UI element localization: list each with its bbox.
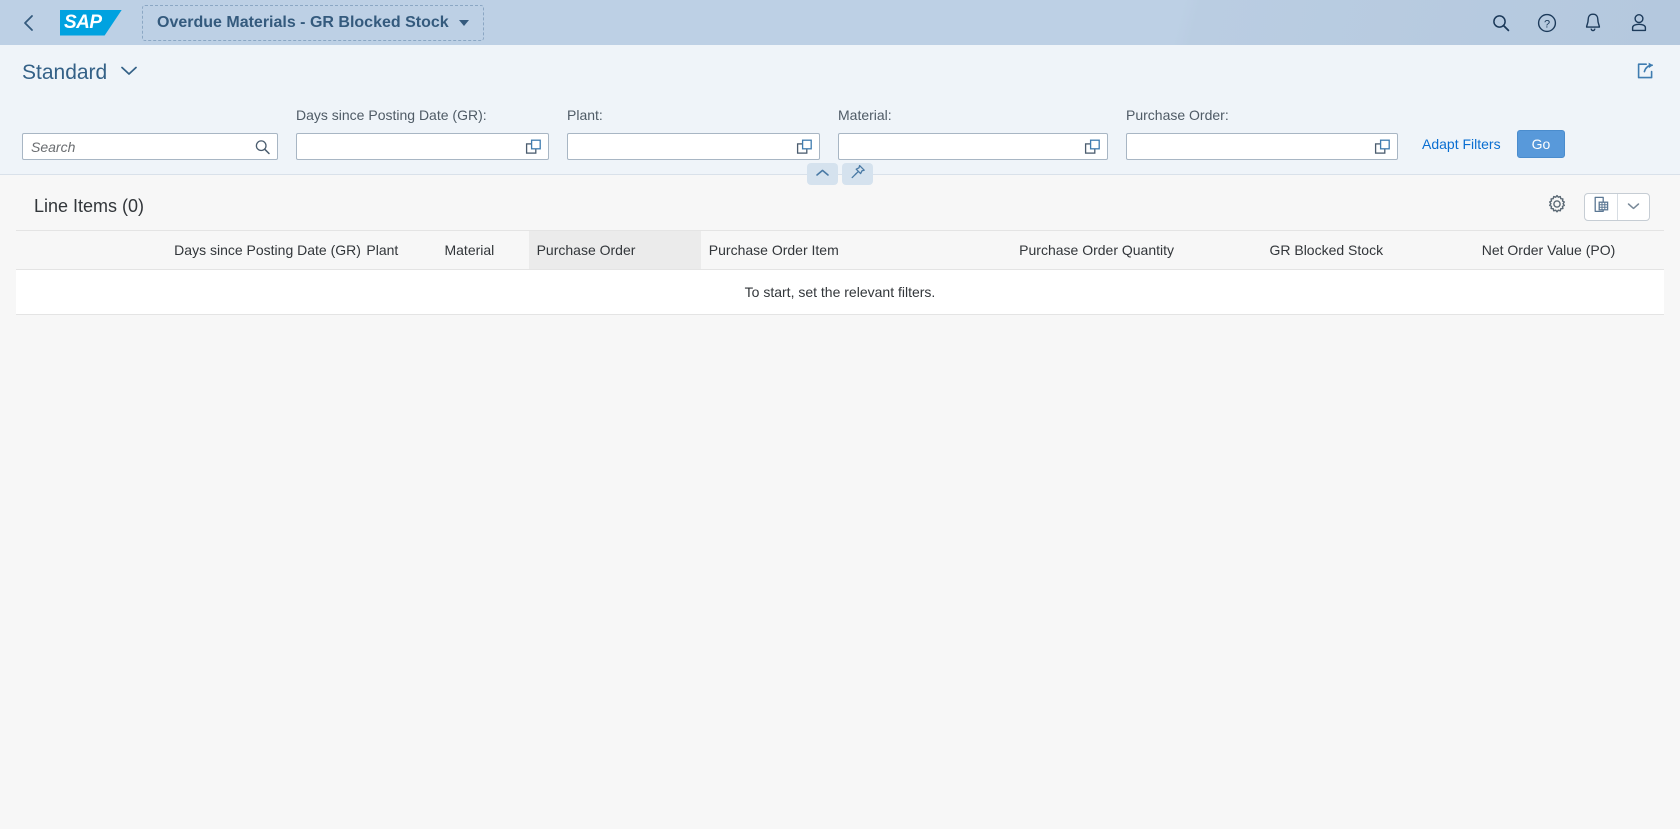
spreadsheet-export-icon [1592, 195, 1611, 219]
shell-bar: SAP Overdue Materials - GR Blocked Stock… [0, 0, 1680, 45]
chevron-up-icon [815, 165, 830, 183]
search-icon [1491, 13, 1511, 33]
svg-text:?: ? [1544, 18, 1550, 30]
value-help-icon[interactable] [525, 138, 542, 155]
filter-label-purchase-order: Purchase Order: [1126, 107, 1229, 123]
table-settings-button[interactable] [1544, 194, 1570, 220]
gear-icon [1547, 194, 1567, 219]
export-split-button [1584, 192, 1650, 221]
line-items-card: Line Items (0) Days since Posting Date (… [16, 183, 1664, 315]
purchase-order-input[interactable] [1127, 134, 1397, 159]
chevron-down-icon [119, 64, 139, 82]
column-header-material[interactable]: Material [436, 231, 529, 270]
filter-label-days: Days since Posting Date (GR): [296, 107, 487, 123]
export-menu-button[interactable] [1617, 193, 1649, 220]
table-empty-row: To start, set the relevant filters. [16, 269, 1664, 315]
sap-logo[interactable]: SAP [60, 9, 122, 36]
chevron-down-icon [458, 19, 469, 26]
column-header-days-since-posting-date[interactable]: Days since Posting Date (GR) [166, 231, 361, 270]
variant-title-row: Standard [0, 45, 1680, 101]
sap-logo-text: SAP [64, 11, 102, 33]
app-title-selector[interactable]: Overdue Materials - GR Blocked Stock [142, 4, 484, 41]
column-header-spacer [16, 231, 167, 270]
filter-bar-toggles [807, 163, 873, 185]
filter-bar-actions: Adapt Filters Go [1422, 130, 1566, 160]
table-head: Days since Posting Date (GR) Plant Mater… [16, 231, 1664, 270]
filter-group-days: Days since Posting Date (GR): [296, 107, 549, 160]
shell-search-button[interactable] [1478, 4, 1524, 42]
search-icon[interactable] [254, 138, 271, 155]
filter-group-plant: Plant: [567, 107, 820, 160]
shell-help-button[interactable]: ? [1524, 4, 1570, 42]
adapt-filters-button[interactable]: Adapt Filters [1422, 136, 1501, 152]
chevron-down-icon [1626, 198, 1641, 216]
filter-group-search [22, 107, 278, 160]
shell-bar-left: SAP Overdue Materials - GR Blocked Stock [0, 4, 484, 42]
material-input[interactable] [839, 134, 1107, 159]
share-export-icon [1634, 60, 1656, 87]
filter-group-material: Material: [838, 107, 1108, 160]
share-button[interactable] [1626, 54, 1664, 92]
collapse-filter-bar-button[interactable] [807, 163, 838, 185]
help-icon: ? [1536, 12, 1558, 34]
shell-user-button[interactable] [1616, 4, 1662, 42]
pin-filter-bar-button[interactable] [842, 163, 873, 185]
column-header-purchase-order-quantity[interactable]: Purchase Order Quantity [1011, 231, 1262, 270]
table-header-row: Days since Posting Date (GR) Plant Mater… [16, 231, 1664, 270]
table-body: To start, set the relevant filters. [16, 269, 1664, 315]
value-help-icon[interactable] [796, 138, 813, 155]
app-title-label: Overdue Materials - GR Blocked Stock [157, 13, 449, 31]
search-input[interactable] [23, 134, 277, 159]
go-button[interactable]: Go [1516, 130, 1566, 158]
value-help-icon[interactable] [1084, 138, 1101, 155]
export-to-spreadsheet-button[interactable] [1585, 194, 1617, 220]
user-avatar-icon [1629, 12, 1649, 33]
plant-field[interactable] [567, 133, 820, 160]
notifications-bell-icon [1583, 12, 1603, 33]
filter-group-purchase-order: Purchase Order: [1126, 107, 1398, 160]
variant-management-selector[interactable]: Standard [22, 61, 139, 85]
column-header-net-order-value[interactable]: Net Order Value (PO) [1473, 231, 1664, 270]
back-button[interactable] [8, 4, 50, 42]
filter-label-material: Material: [838, 107, 892, 123]
days-since-posting-date-field[interactable] [296, 133, 549, 160]
shell-notifications-button[interactable] [1570, 4, 1616, 42]
plant-input[interactable] [568, 134, 819, 159]
variant-name: Standard [22, 61, 108, 84]
material-field[interactable] [838, 133, 1108, 160]
search-field[interactable] [22, 133, 278, 160]
column-header-purchase-order-item[interactable]: Purchase Order Item [700, 231, 1012, 270]
column-header-gr-blocked-stock[interactable]: GR Blocked Stock [1261, 231, 1474, 270]
page-content: Line Items (0) Days since Posting Date (… [0, 175, 1680, 315]
days-since-posting-date-input[interactable] [297, 134, 548, 159]
filter-label-plant: Plant: [567, 107, 603, 123]
column-header-plant[interactable]: Plant [358, 231, 437, 270]
line-items-table: Days since Posting Date (GR) Plant Mater… [16, 231, 1664, 315]
shell-bar-right: ? [1478, 4, 1680, 42]
column-header-purchase-order[interactable]: Purchase Order [528, 231, 701, 270]
table-title: Line Items (0) [34, 196, 145, 216]
purchase-order-field[interactable] [1126, 133, 1398, 160]
table-toolbar-actions [1544, 192, 1650, 221]
back-chevron-icon [21, 14, 37, 32]
pin-icon [850, 164, 866, 185]
filter-bar: Days since Posting Date (GR): Plant: [0, 101, 1680, 185]
table-toolbar: Line Items (0) [16, 183, 1664, 231]
table-empty-message: To start, set the relevant filters. [16, 269, 1664, 315]
value-help-icon[interactable] [1374, 138, 1391, 155]
